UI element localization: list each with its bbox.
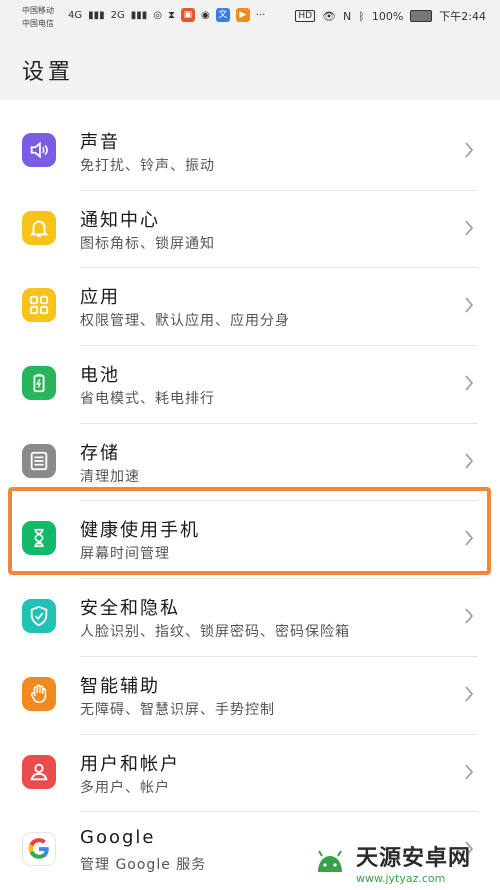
chevron-right-icon	[465, 220, 474, 236]
item-subtitle: 省电模式、耗电排行	[80, 391, 215, 408]
battery-percent: 100%	[371, 9, 404, 23]
carrier-labels: 中国移动 中国电信	[22, 4, 54, 30]
shield-icon	[22, 599, 56, 634]
page-title: 设置	[22, 60, 75, 85]
item-title: 用户和帐户	[80, 753, 180, 775]
hand-icon	[22, 676, 56, 711]
nfc-icon: N	[343, 9, 352, 23]
text-app-icon: 文	[215, 8, 230, 22]
item-title: 声音	[80, 132, 120, 153]
item-subtitle: 管理 Google 服务	[80, 857, 207, 874]
wifi-hotspot-icon: ◎	[153, 9, 163, 21]
hd-badge: HD	[295, 10, 316, 22]
settings-item-security[interactable]: 安全和隐私 人脸识别、指纹、锁屏密码、密码保险箱	[0, 579, 500, 657]
item-subtitle: 免打扰、铃声、振动	[80, 158, 215, 174]
battery-icon	[410, 10, 433, 22]
settings-item-notifications[interactable]: 通知中心 图标角标、锁屏通知	[0, 191, 500, 269]
status-icons-left: 4G ▮▮▮ 2G ▮▮▮ ◎ ⧗ ▣ ◉ 文 ▶ ···	[68, 8, 265, 22]
storage-icon	[22, 443, 56, 478]
settings-item-users-accounts[interactable]: 用户和帐户 多用户、帐户	[0, 735, 500, 813]
chevron-right-icon	[465, 142, 474, 158]
watermark-url: www.jytyaz.com	[356, 871, 446, 885]
signal-icon: ▮▮▮	[88, 9, 105, 21]
item-title: 应用	[80, 287, 120, 309]
watermark: 天源安卓网 www.jytyaz.com	[310, 838, 495, 886]
item-title: 智能辅助	[80, 675, 160, 697]
chevron-right-icon	[465, 686, 474, 702]
settings-item-smart-assistance[interactable]: 智能辅助 无障碍、智慧识屏、手势控制	[0, 657, 500, 735]
settings-item-apps[interactable]: 应用 权限管理、默认应用、应用分身	[0, 268, 500, 347]
play-app-icon: ▶	[235, 8, 250, 22]
settings-header: 设置	[0, 36, 500, 100]
status-bar: 中国移动 中国电信 4G ▮▮▮ 2G ▮▮▮ ◎ ⧗ ▣ ◉ 文 ▶ ··· …	[0, 0, 500, 36]
android-logo-icon	[318, 850, 342, 872]
eye-icon: 👁	[322, 9, 336, 23]
carrier-1: 中国移动	[22, 6, 54, 15]
item-title: Google	[80, 827, 156, 849]
carrier-2: 中国电信	[22, 19, 54, 28]
item-title: 通知中心	[80, 209, 160, 231]
battery-icon	[22, 366, 56, 401]
bell-icon	[22, 210, 56, 245]
item-subtitle: 人脸识别、指纹、锁屏密码、密码保险箱	[80, 624, 350, 641]
watermark-name: 天源安卓网	[356, 845, 472, 871]
item-subtitle: 图标角标、锁屏通知	[80, 235, 215, 252]
item-subtitle: 多用户、帐户	[80, 779, 170, 796]
item-subtitle: 无障碍、智慧识屏、手势控制	[80, 701, 275, 718]
highlight-box	[8, 487, 491, 575]
wechat-icon: ◉	[201, 9, 210, 21]
app-notification-icon: ▣	[181, 8, 196, 22]
user-icon	[22, 754, 56, 789]
network-2: 2G	[110, 9, 125, 21]
google-icon	[22, 832, 56, 867]
settings-item-battery[interactable]: 电池 省电模式、耗电排行	[0, 346, 500, 424]
speaker-icon	[22, 133, 56, 167]
item-title: 存储	[80, 442, 120, 464]
hourglass-status-icon: ⧗	[168, 9, 176, 21]
clock: 下午2:44	[439, 10, 486, 23]
item-subtitle: 清理加速	[80, 468, 140, 485]
chevron-right-icon	[465, 297, 474, 313]
item-title: 电池	[80, 365, 120, 387]
status-icons-right: HD 👁 N ᛒ 100% 下午2:44	[295, 8, 486, 24]
chevron-right-icon	[465, 453, 474, 469]
signal-icon-2: ▮▮▮	[130, 9, 148, 21]
network-1: 4G	[68, 9, 83, 21]
bluetooth-icon: ᛒ	[358, 9, 365, 23]
chevron-right-icon	[465, 763, 474, 780]
apps-grid-icon	[22, 288, 56, 323]
item-title: 安全和隐私	[80, 598, 180, 620]
settings-item-sound[interactable]: 声音 免打扰、铃声、振动	[0, 113, 500, 191]
item-subtitle: 权限管理、默认应用、应用分身	[80, 313, 290, 330]
chevron-right-icon	[465, 375, 474, 391]
more-notifications: ···	[255, 9, 266, 21]
chevron-right-icon	[465, 608, 474, 624]
